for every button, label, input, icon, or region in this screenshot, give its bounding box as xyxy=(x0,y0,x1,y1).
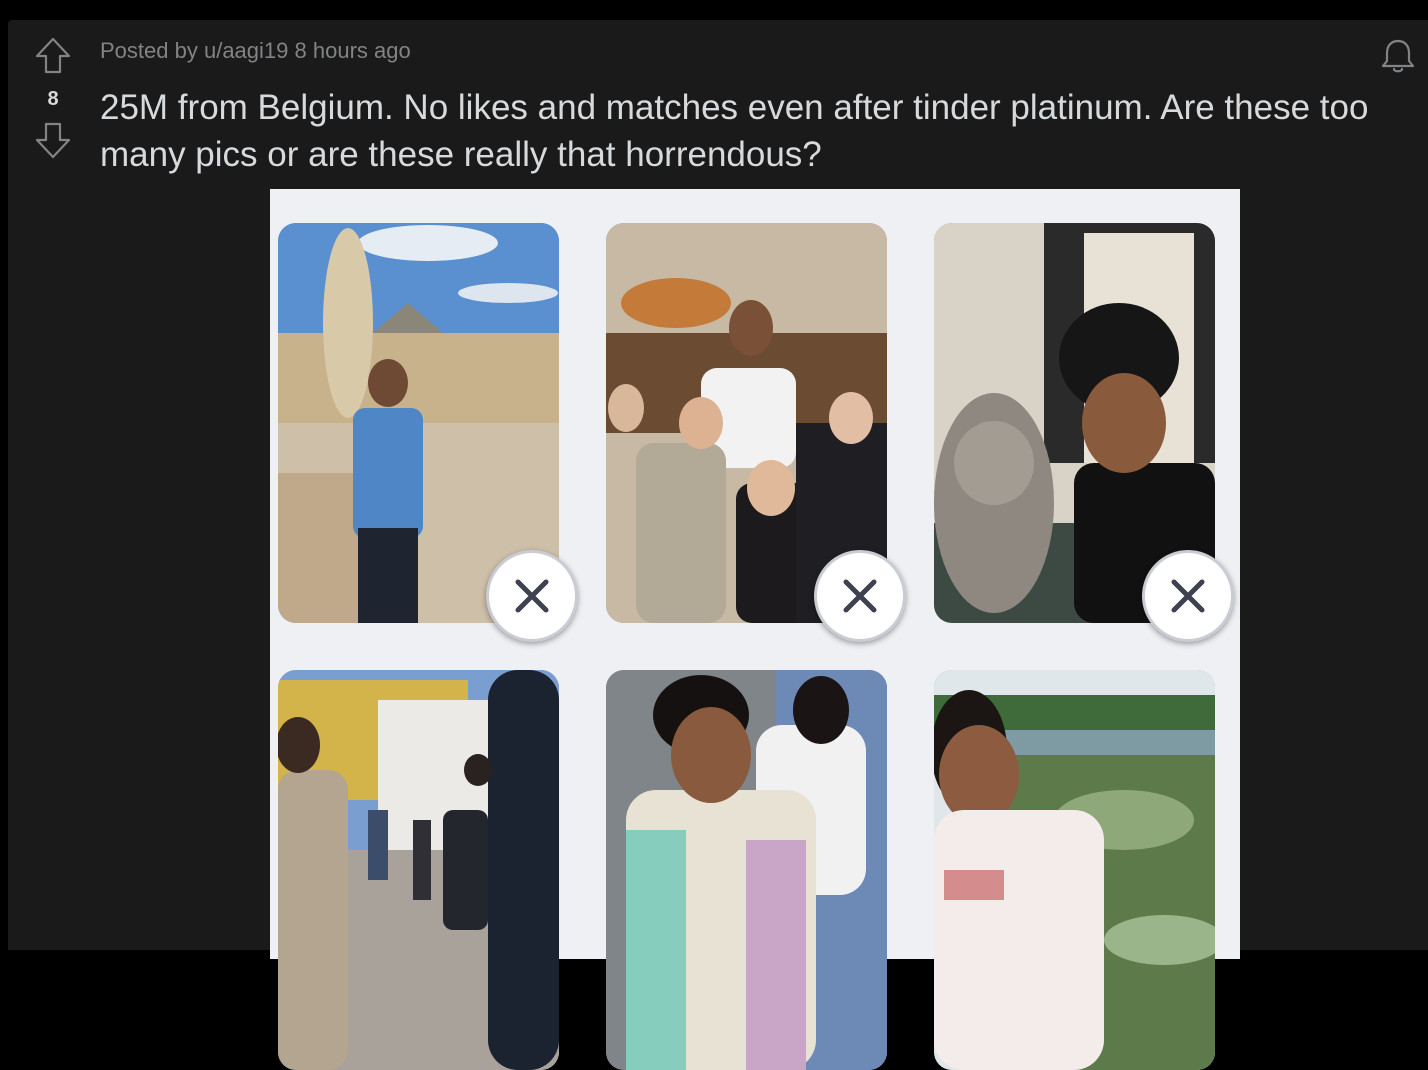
notification-bell-icon[interactable] xyxy=(1378,36,1418,76)
downvote-arrow-icon[interactable] xyxy=(33,120,73,160)
meta-prefix: Posted by xyxy=(100,38,198,63)
remove-photo-2-button[interactable] xyxy=(814,550,906,642)
photo-palace-garden xyxy=(934,670,1215,1070)
photo-street-crowd xyxy=(278,670,559,1070)
post-title[interactable]: 25M from Belgium. No likes and matches e… xyxy=(100,84,1390,178)
close-x-icon xyxy=(1171,579,1205,613)
post-card: 8 Posted by u/aagi19 8 hours ago 25M fro… xyxy=(8,20,1428,1070)
post-meta: Posted by u/aagi19 8 hours ago xyxy=(100,38,411,64)
close-x-icon xyxy=(843,579,877,613)
remove-photo-3-button[interactable] xyxy=(1142,550,1234,642)
photo-tile-6 xyxy=(934,670,1215,1070)
photo-tile-4 xyxy=(278,670,559,1070)
photo-sitting-crowd xyxy=(606,670,887,1070)
upvote-arrow-icon[interactable] xyxy=(33,36,73,76)
post-timestamp: 8 hours ago xyxy=(294,38,411,63)
vote-column: 8 xyxy=(28,36,78,160)
vote-count: 8 xyxy=(47,88,59,110)
photo-tile-5 xyxy=(606,670,887,1070)
author-link[interactable]: u/aagi19 xyxy=(204,38,288,63)
remove-photo-1-button[interactable] xyxy=(486,550,578,642)
close-x-icon xyxy=(515,579,549,613)
post-media-image[interactable] xyxy=(270,189,1240,1070)
